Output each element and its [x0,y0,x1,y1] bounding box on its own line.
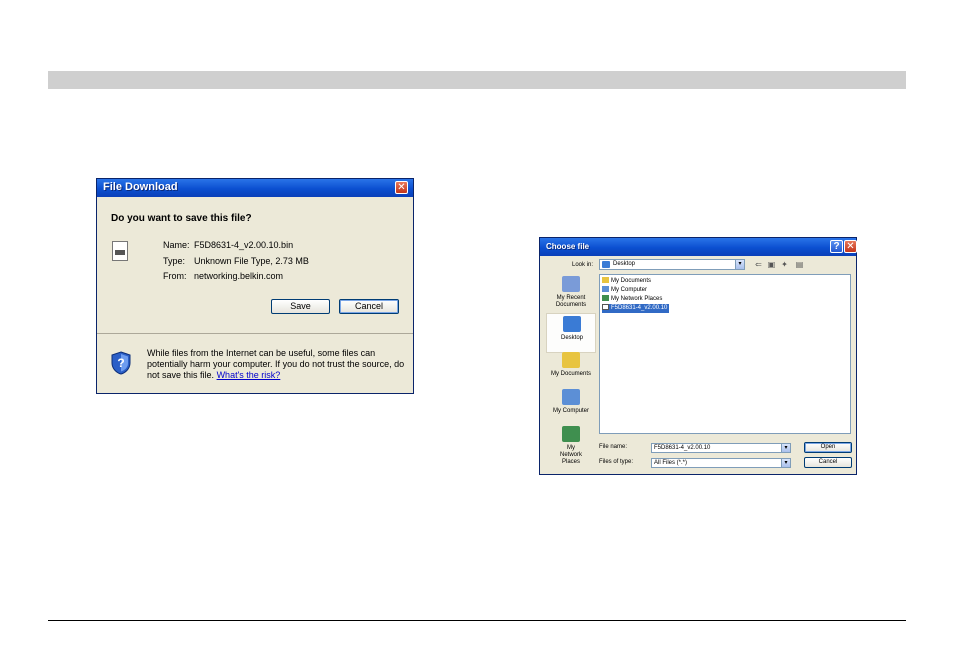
place-my-network-places[interactable]: My Network Places [546,424,596,465]
name-label: Name: [163,240,190,250]
whats-the-risk-link[interactable]: What's the risk? [217,370,281,380]
place-desktop[interactable]: Desktop [546,313,596,353]
new-folder-icon[interactable]: ✦ [780,260,789,269]
files-of-type-label: Files of type: [599,459,634,465]
close-icon[interactable]: ✕ [844,240,857,253]
folder-icon [602,277,609,284]
place-label: My Computer [552,408,589,414]
close-icon[interactable]: ✕ [395,181,408,194]
list-item[interactable]: My Network Places [602,295,662,304]
type-value: Unknown File Type, 2.73 MB [194,256,309,266]
file-download-title: File Download [103,181,178,193]
chevron-down-icon[interactable]: ▾ [735,260,744,269]
back-icon[interactable]: ⇐ [754,260,763,269]
places-bar: My Recent Documents Desktop My Documents… [546,274,596,472]
chevron-down-icon[interactable]: ▾ [781,459,790,467]
recent-documents-icon [562,276,580,292]
look-in-value: Desktop [613,261,636,267]
desktop-icon [563,316,581,332]
chevron-down-icon[interactable]: ▾ [781,444,790,452]
page-header-bar [48,71,906,89]
file-download-titlebar[interactable]: File Download ✕ [97,179,413,197]
place-my-computer[interactable]: My Computer [546,387,596,427]
place-label: Desktop [560,335,583,341]
list-item[interactable]: My Documents [602,277,651,286]
name-value: F5D8631-4_v2.00.10.bin [194,240,294,250]
open-button[interactable]: Open [804,442,852,453]
my-documents-icon [562,352,580,368]
place-label: My Network Places [559,445,582,465]
file-name-value: F5D8631-4_v2.00.10 [654,445,711,451]
files-of-type-select[interactable]: All Files (*.*) ▾ [651,458,791,468]
choose-file-titlebar[interactable]: Choose file ? ✕ [540,238,857,256]
look-in-label: Look in: [572,262,594,268]
network-icon [602,295,609,302]
security-warning: While files from the Internet can be use… [147,348,405,381]
view-menu-icon[interactable]: ▤ [793,260,806,269]
file-download-dialog: File Download ✕ Do you want to save this… [96,178,414,394]
type-label: Type: [163,256,186,266]
dialog-separator [97,333,413,334]
list-item-selected[interactable]: F5D8631-4_v2.00.10 [600,303,671,314]
desktop-icon [602,261,610,268]
help-icon[interactable]: ? [830,240,843,253]
list-item[interactable]: My Computer [602,286,647,295]
choose-file-title: Choose file [546,242,590,251]
shield-question-icon: ? [111,351,131,375]
files-of-type-value: All Files (*.*) [654,460,688,466]
my-computer-icon [562,389,580,405]
cancel-button[interactable]: Cancel [339,299,399,314]
up-folder-icon[interactable]: ▣ [767,260,776,269]
file-icon [112,241,128,261]
footer-rule [48,620,906,621]
file-name-input[interactable]: F5D8631-4_v2.00.10 ▾ [651,443,791,453]
file-name-label: File name: [599,444,628,450]
cancel-button[interactable]: Cancel [804,457,852,468]
file-icon [602,304,609,311]
network-places-icon [562,426,580,442]
from-label: From: [163,271,187,281]
place-label: My Documents [550,371,591,377]
place-my-recent-documents[interactable]: My Recent Documents [546,274,596,314]
save-button[interactable]: Save [271,299,330,314]
computer-icon [602,286,609,293]
place-my-documents[interactable]: My Documents [546,350,596,390]
from-value: networking.belkin.com [194,271,284,281]
download-question: Do you want to save this file? [111,213,252,224]
look-in-select[interactable]: Desktop ▾ [599,259,745,270]
place-label: My Recent Documents [555,295,587,308]
svg-text:?: ? [117,356,124,370]
choose-file-dialog: Choose file ? ✕ Look in: Desktop ▾ ⇐ ▣ ✦… [539,237,857,475]
file-list[interactable]: My Documents My Computer My Network Plac… [599,274,851,434]
